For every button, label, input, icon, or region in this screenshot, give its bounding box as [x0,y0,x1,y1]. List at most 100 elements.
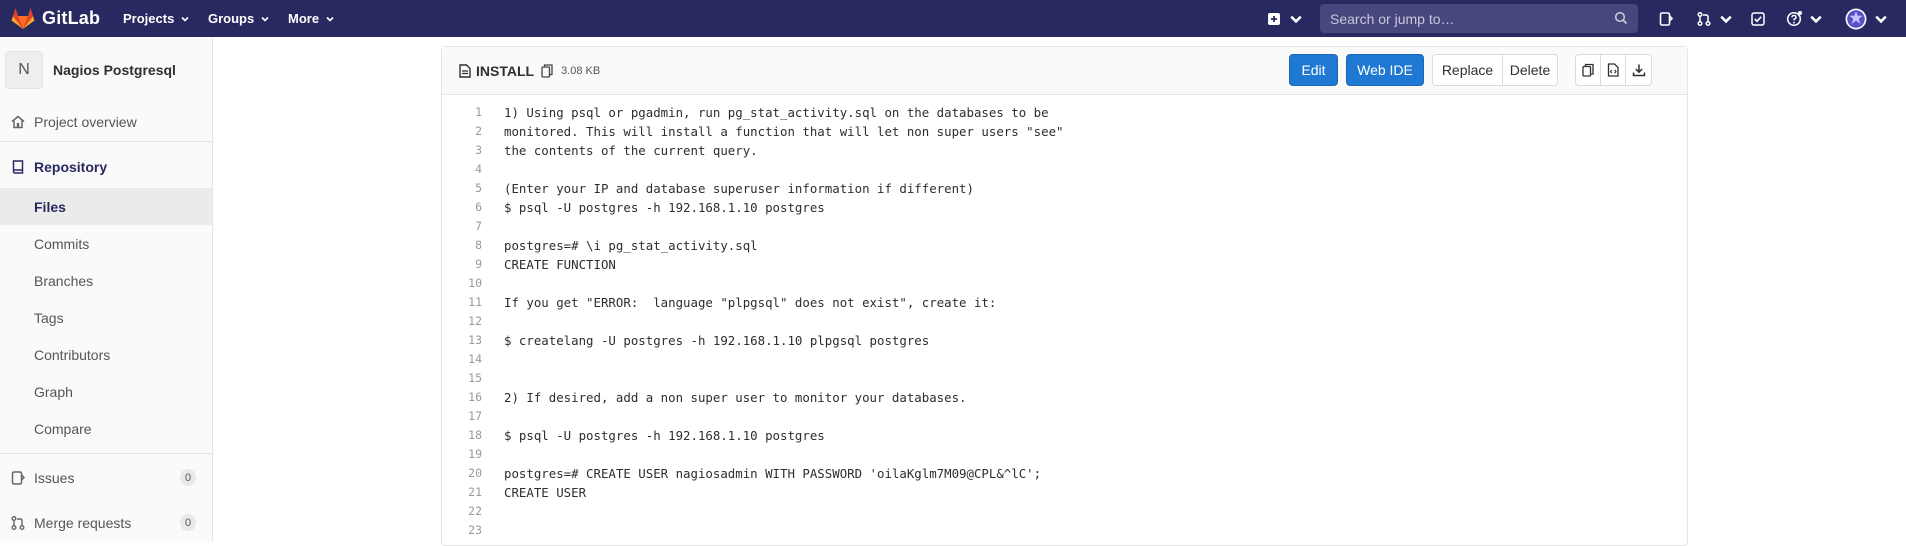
line-number[interactable]: 22 [442,502,482,521]
file-name: INSTALL [476,63,535,79]
line-number[interactable]: 23 [442,521,482,540]
web-ide-button[interactable]: Web IDE [1346,54,1424,86]
line-number[interactable]: 3 [442,141,482,160]
sidebar-item-label: Commits [34,235,90,252]
sidebar-item-branches[interactable]: Branches [0,262,212,299]
file-icon [459,64,471,78]
code-line: 1 1) Using psql or pgadmin, run pg_stat_a… [442,103,1687,122]
line-content: postgres=# \i pg_stat_activity.sql [504,238,758,253]
line-number[interactable]: 21 [442,483,482,502]
chevron-down-icon [261,16,269,22]
groups-dropdown[interactable]: Groups [208,0,270,37]
code-line: 17 [442,407,1687,426]
copy-contents-button[interactable] [1575,54,1601,86]
code-line: 22 [442,502,1687,521]
code-line: 21 CREATE USER [442,483,1687,502]
more-dropdown[interactable]: More [288,0,335,37]
sidebar-item-files[interactable]: Files [0,188,212,225]
sidebar-divider [0,453,212,454]
file-header: INSTALL 3.08 KB Edit Web IDE Replace Del… [442,47,1687,95]
chevron-down-icon [1810,15,1822,23]
line-content: postgres=# CREATE USER nagiosadmin WITH … [504,466,1042,481]
sidebar-item-label: Tags [34,309,64,326]
code-line: 16 2) If desired, add a non super user to… [442,388,1687,407]
line-number[interactable]: 8 [442,236,482,255]
sidebar-item-issues[interactable]: Issues 0 [0,459,212,496]
sidebar-divider [0,141,212,142]
top-navbar: GitLab Projects Groups More [0,0,1906,37]
todos-nav-button[interactable] [1750,0,1766,37]
more-label: More [288,11,320,26]
code-line: 6 $ psql -U postgres -h 192.168.1.10 post… [442,198,1687,217]
issues-icon [1659,11,1674,26]
home-icon [11,115,25,129]
code-line: 20 postgres=# CREATE USER nagiosadmin WIT… [442,464,1687,483]
line-number[interactable]: 6 [442,198,482,217]
question-icon [1786,10,1802,26]
replace-button[interactable]: Replace [1432,54,1503,86]
open-raw-button[interactable] [1600,54,1626,86]
line-number[interactable]: 1 [442,103,482,122]
code-line: 18 $ psql -U postgres -h 192.168.1.10 pos… [442,426,1687,445]
edit-button[interactable]: Edit [1289,54,1338,86]
merge-requests-count-badge: 0 [180,514,196,531]
sidebar-item-merge-requests[interactable]: Merge requests 0 [0,504,212,541]
sidebar-item-label: Files [34,198,66,215]
search-box[interactable] [1320,4,1638,33]
code-line: 10 [442,274,1687,293]
line-number[interactable]: 4 [442,160,482,179]
brand-name: GitLab [42,7,101,28]
code-line: 3 the contents of the current query. [442,141,1687,160]
line-number[interactable]: 17 [442,407,482,426]
line-number[interactable]: 15 [442,369,482,388]
line-number[interactable]: 9 [442,255,482,274]
line-content: If you get "ERROR: language "plpgsql" do… [504,295,997,310]
line-content: the contents of the current query. [504,143,758,158]
code-line: 8 postgres=# \i pg_stat_activity.sql [442,236,1687,255]
sidebar-item-graph[interactable]: Graph [0,373,212,410]
code-line: 4 [442,160,1687,179]
search-input[interactable] [1330,10,1610,27]
line-number[interactable]: 18 [442,426,482,445]
code-line: 2 monitored. This will install a function… [442,122,1687,141]
gitlab-logo[interactable]: GitLab [10,5,100,31]
line-content: $ psql -U postgres -h 192.168.1.10 postg… [504,428,825,443]
sidebar-item-repository[interactable]: Repository [0,148,212,185]
sidebar-item-compare[interactable]: Compare [0,410,212,447]
groups-label: Groups [208,11,255,26]
repository-icon [12,160,24,174]
projects-dropdown[interactable]: Projects [123,0,190,37]
copy-path-icon[interactable] [541,64,553,78]
line-number[interactable]: 5 [442,179,482,198]
new-dropdown[interactable] [1266,0,1304,37]
line-content: CREATE USER [504,485,587,500]
sidebar-item-label: Graph [34,383,73,400]
download-button[interactable] [1625,54,1652,86]
sidebar-item-tags[interactable]: Tags [0,299,212,336]
line-number[interactable]: 11 [442,293,482,312]
line-number[interactable]: 16 [442,388,482,407]
help-dropdown[interactable] [1786,0,1824,37]
project-context[interactable]: N Nagios Postgresql [5,51,176,89]
line-number[interactable]: 12 [442,312,482,331]
file-title: INSTALL 3.08 KB [459,47,600,95]
sidebar-item-project-overview[interactable]: Project overview [0,103,212,140]
chevron-down-icon [326,16,334,22]
merge-requests-nav-button[interactable] [1696,0,1734,37]
issues-nav-button[interactable] [1658,0,1674,37]
user-menu-dropdown[interactable] [1845,0,1889,37]
sidebar-item-commits[interactable]: Commits [0,225,212,262]
code-line: 14 [442,350,1687,369]
line-number[interactable]: 2 [442,122,482,141]
code-line: 11 If you get "ERROR: language "plpgsql" … [442,293,1687,312]
line-number[interactable]: 19 [442,445,482,464]
line-number[interactable]: 10 [442,274,482,293]
line-number[interactable]: 13 [442,331,482,350]
sidebar-item-label: Branches [34,272,94,289]
project-name: Nagios Postgresql [53,62,176,78]
line-number[interactable]: 14 [442,350,482,369]
sidebar-item-contributors[interactable]: Contributors [0,336,212,373]
line-number[interactable]: 20 [442,464,482,483]
delete-button[interactable]: Delete [1502,54,1558,86]
line-number[interactable]: 7 [442,217,482,236]
